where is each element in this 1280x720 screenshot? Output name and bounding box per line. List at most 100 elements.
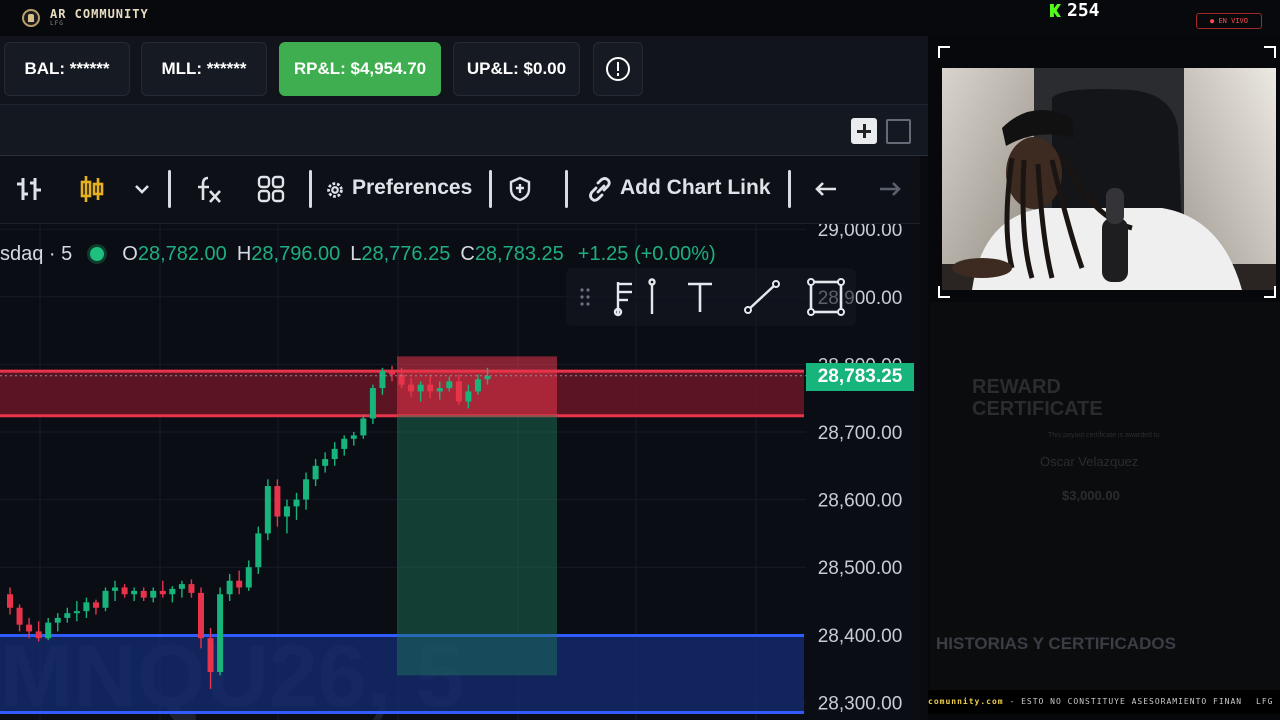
fib-flag-icon[interactable] [613,278,656,317]
price-axis-label: 29,000.00 [818,224,903,241]
candle-body [16,607,23,625]
text-tool-icon[interactable] [688,282,712,312]
candle-body [245,567,252,588]
reward-certificate-panel: REWARD CERTIFICATE This payout certifica… [930,302,1280,690]
change-value: +1.25 (+0.00%) [577,242,716,265]
candle-body [303,479,310,500]
realized-pnl-button[interactable]: RP&L: $4,954.70 [279,42,441,96]
trendline-icon[interactable] [744,280,780,314]
candle-body [255,533,262,568]
candle-body [484,375,491,380]
ticker-domain: comunnity.com [928,697,1004,706]
candle-body [389,371,395,375]
candle-body [131,590,138,595]
candle-body [73,611,80,614]
candle-body [417,384,424,392]
undo-icon[interactable] [812,174,840,204]
price-axis-label: 28,400.00 [818,626,903,647]
candle-body [312,465,319,480]
candle-body [217,594,224,672]
toolbar-divider [309,170,312,208]
viewer-count: 254 [1067,0,1100,21]
toolbar-divider [168,170,171,208]
candle-body [188,584,195,593]
live-badge: ● EN VIVO [1196,13,1262,29]
preferences-button[interactable]: Preferences [352,176,472,200]
add-chart-link-button[interactable]: Add Chart Link [620,176,771,200]
candle-body [322,459,329,466]
rectangle-tool-icon[interactable] [807,278,845,316]
stream-overlay-top-bar: AR COMMUNITY LFG 254 ● EN VIVO [0,0,1280,36]
candle-body [207,638,214,672]
ticker-tag: LFG [1256,697,1274,706]
maximize-square-icon[interactable] [886,119,911,144]
panel-header [0,104,928,156]
candle-body [26,624,33,632]
candle-body [92,602,99,608]
open-key: O [122,242,138,265]
certificate-title-2: CERTIFICATE [972,398,1103,420]
alert-button[interactable] [593,42,643,96]
candle-body [465,391,472,402]
candle-body [198,592,204,639]
chart-toolbar: Preferences Add Chart Link [0,156,920,224]
candle-body [226,580,233,595]
price-axis-label: 28,600.00 [818,491,903,512]
toolbar-divider [489,170,492,208]
viewer-counter: 254 [1050,0,1100,21]
candle-body [293,499,300,507]
frame-corner [1264,286,1276,298]
candle-body [140,590,147,598]
candle-body [102,590,109,608]
candle-body [54,617,61,623]
candle-body [360,418,367,436]
link-chain-icon[interactable] [586,174,614,204]
frame-corner [938,46,950,58]
candle-body [455,381,462,402]
certificate-recipient: Oscar Velazquez [1040,454,1139,469]
candle-body [159,590,166,595]
price-axis-label: 28,500.00 [818,558,903,579]
balance-button[interactable]: BAL: ****** [4,42,130,96]
candle-body [274,486,281,517]
add-panel-plus-icon[interactable] [851,118,877,144]
candle-body [446,381,453,389]
indicators-fx-icon[interactable] [194,174,224,204]
gear-icon[interactable] [324,178,346,202]
brand-logo-icon [22,8,40,27]
redo-icon[interactable] [876,174,904,204]
drag-handle-icon[interactable] [580,288,590,306]
candle-body [474,379,481,392]
account-summary-bar: BAL: ****** MLL: ****** RP&L: $4,954.70 … [0,36,928,104]
ticker-text: - ESTO NO CONSTITUYE ASESORAMIENTO FINAN [1003,697,1243,706]
open-value: 28,782.00 [137,242,227,265]
layout-grid-icon[interactable] [256,174,286,204]
high-value: 28,796.00 [251,242,341,265]
candle-body [379,371,386,389]
brand-name: AR COMMUNITY [50,7,149,21]
brand-text: AR COMMUNITY LFG [50,8,149,27]
low-value: 28,776.25 [361,242,451,265]
candlestick-icon[interactable] [77,174,107,204]
max-loss-limit-button[interactable]: MLL: ****** [141,42,267,96]
toolbar-divider [788,170,791,208]
drawing-toolbar [566,268,856,326]
candle-body [341,438,348,449]
high-key: H [236,242,252,265]
frame-corner [938,286,950,298]
frame-corner [1264,46,1276,58]
webcam-feed [942,68,1276,290]
candle-body [236,580,243,588]
candle-body [150,590,157,598]
bar-style-icon[interactable] [14,174,44,204]
price-axis-label: 28,300.00 [818,693,903,714]
last-price-tag: 28,783.25 [806,363,914,391]
stream-stage: AR COMMUNITY LFG 254 ● EN VIVO BAL: ****… [0,0,1280,720]
candle-body [112,587,119,591]
symbol-label[interactable]: sdaq · 5 [0,243,72,266]
shield-icon[interactable] [508,176,532,202]
kick-logo-icon [1050,4,1061,17]
unrealized-pnl-button[interactable]: UP&L: $0.00 [453,42,580,96]
chevron-down-icon[interactable] [132,174,152,204]
exclamation-circle-icon [606,57,630,81]
